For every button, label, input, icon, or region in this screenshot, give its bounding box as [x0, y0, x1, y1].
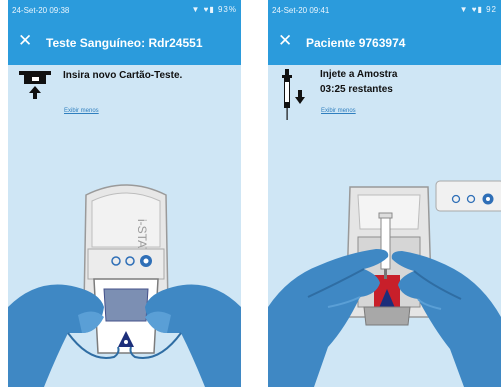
- screen-inject-sample: 24-Set-20 09:41 ▼ ♥▮ 92 ✕ Paciente 97639…: [268, 0, 501, 387]
- injection-illustration: [268, 180, 501, 387]
- status-bar: 24-Set-20 09:38 ▼ ♥▮ 93%: [8, 0, 241, 20]
- screen-insert-card: 24-Set-20 09:38 ▼ ♥▮ 93% ✕ Teste Sanguín…: [8, 0, 241, 387]
- device-illustration: i-STAT: [8, 184, 241, 387]
- syringe-icon: [282, 69, 305, 120]
- show-less-link[interactable]: Exibir menos: [321, 108, 356, 114]
- close-icon[interactable]: ✕: [278, 32, 292, 49]
- countdown-timer: 03:25 restantes: [320, 84, 393, 95]
- app-bar: ✕ Paciente 9763974: [268, 20, 501, 65]
- instruction-text: Injete a Amostra: [320, 69, 398, 80]
- status-time: 24-Set-20 09:38: [12, 6, 70, 15]
- page-title: Paciente 9763974: [306, 36, 406, 50]
- status-icons: ▼ ♥▮ 92: [459, 5, 497, 14]
- status-bar: 24-Set-20 09:41 ▼ ♥▮ 92: [268, 0, 501, 20]
- status-time: 24-Set-20 09:41: [272, 6, 330, 15]
- insert-card-icon: [19, 71, 51, 99]
- page-title: Teste Sanguíneo: Rdr24551: [46, 36, 203, 50]
- show-less-link[interactable]: Exibir menos: [64, 108, 99, 114]
- status-icons: ▼ ♥▮ 93%: [191, 5, 237, 14]
- close-icon[interactable]: ✕: [18, 32, 32, 49]
- app-bar: ✕ Teste Sanguíneo: Rdr24551: [8, 20, 241, 65]
- instruction-text: Insira novo Cartão-Teste.: [63, 70, 183, 81]
